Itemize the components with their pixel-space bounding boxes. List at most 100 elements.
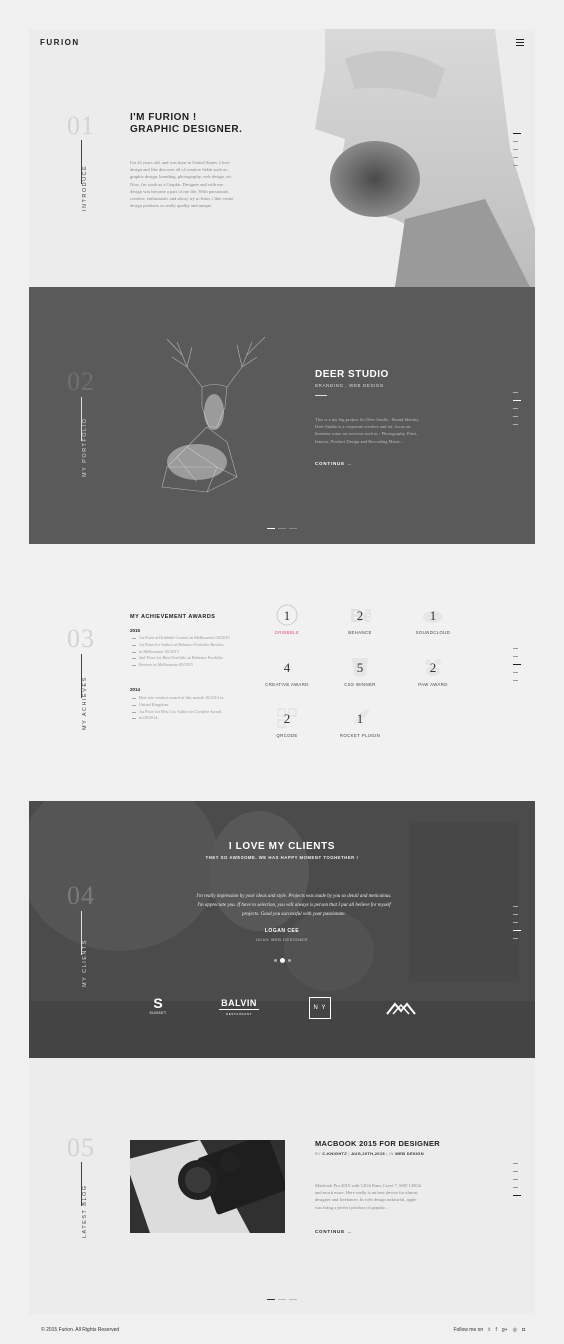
nav-dot[interactable] xyxy=(513,938,518,939)
award-dribbble[interactable]: 1 DRIBBBLE xyxy=(257,604,317,635)
follow-label: Follow me on xyxy=(453,1327,484,1333)
list-item: United Kingdom. xyxy=(132,702,254,709)
section-nav[interactable] xyxy=(513,392,521,425)
nav-dot[interactable] xyxy=(513,1163,518,1164)
award-css-winner[interactable]: 5 CSS WINNER xyxy=(330,656,390,687)
nav-dot[interactable] xyxy=(513,1187,518,1188)
nav-dot[interactable] xyxy=(513,672,518,673)
pager-item[interactable] xyxy=(267,1299,275,1300)
nav-dot[interactable] xyxy=(513,680,518,681)
nav-dot[interactable] xyxy=(513,408,518,409)
award-behance[interactable]: Bē 2 BEHANCE xyxy=(330,604,390,635)
post-author[interactable]: C-KNIGHTZ xyxy=(322,1151,347,1156)
pager-dot[interactable] xyxy=(279,958,285,963)
nav-dot[interactable] xyxy=(513,648,518,649)
portfolio-section: 02 MY PORTFOLIO DEER STUDIO BRANDING , W… xyxy=(29,287,535,544)
section-label: MY ACHIEVES xyxy=(82,676,88,730)
slider-pager[interactable] xyxy=(267,1299,297,1300)
pager-item[interactable] xyxy=(289,528,297,529)
nav-dot[interactable] xyxy=(513,392,518,393)
pager-dot[interactable] xyxy=(287,959,291,962)
googleplus-icon[interactable]: g+ xyxy=(502,1327,508,1333)
award-qrcode[interactable]: 2 QRCODE xyxy=(257,707,317,738)
nav-dot[interactable] xyxy=(513,906,518,907)
project-subtitle: BRANDING , WEB DESIGN xyxy=(315,383,384,388)
list-item: 1st Prize for Best Css Author in Creativ… xyxy=(132,709,254,716)
nav-dot[interactable] xyxy=(513,157,518,158)
nav-dot[interactable] xyxy=(513,149,518,150)
section-number: 05 xyxy=(67,1133,95,1162)
nav-dot[interactable] xyxy=(513,416,518,417)
post-category[interactable]: WEB DESIGN xyxy=(395,1151,424,1156)
client-logo-ny[interactable]: N Y xyxy=(309,997,331,1019)
instagram-icon[interactable]: ◘ xyxy=(522,1327,525,1333)
pager-item[interactable] xyxy=(278,1299,286,1300)
copyright: © 2015 Furion. All Rights Reserved xyxy=(41,1327,120,1333)
pager-item[interactable] xyxy=(267,528,275,529)
section-number: 01 xyxy=(67,111,95,140)
award-creative[interactable]: 4 CREATIVE AWARD xyxy=(257,656,317,687)
testimonial-pager[interactable] xyxy=(29,958,535,963)
section-number: 02 xyxy=(67,367,95,396)
facebook-icon[interactable]: f xyxy=(496,1327,497,1333)
blog-section: 05 LATEST BLOG MACBOOK 2015 FOR DESIGNER… xyxy=(29,1058,535,1315)
list-item: in 08/2014. xyxy=(132,715,254,722)
client-logo-balvin[interactable]: BALVIN RESTAURANT xyxy=(219,998,259,1016)
award-soundcloud[interactable]: 1 SOUNDCLOUD xyxy=(403,604,463,635)
year-2014: 2014 xyxy=(130,687,141,692)
testimonial-role: UI/UX WEB DESIGNER xyxy=(256,937,308,942)
award-paw[interactable]: 2 PAW AWARD xyxy=(403,656,463,687)
project-paragraph: This is a my big project for Deer Studio… xyxy=(315,417,420,444)
portrait-image xyxy=(315,29,535,287)
nav-dot[interactable] xyxy=(513,1171,518,1172)
social-links: Follow me on 𝕥 f g+ ◎ ◘ xyxy=(453,1327,525,1333)
continue-link[interactable]: CONTINUE → xyxy=(315,1229,352,1234)
nav-dot[interactable] xyxy=(513,1179,518,1180)
blog-post-title[interactable]: MACBOOK 2015 FOR DESIGNER xyxy=(315,1139,440,1148)
nav-dot[interactable] xyxy=(513,424,518,425)
continue-link[interactable]: CONTINUE → xyxy=(315,461,352,466)
macbook-photo xyxy=(130,1140,285,1233)
nav-dot[interactable] xyxy=(513,141,518,142)
nav-dot[interactable] xyxy=(513,400,521,401)
nav-dot[interactable] xyxy=(513,165,518,166)
divider xyxy=(315,395,327,396)
section-number: 04 xyxy=(67,881,95,910)
arrow-right-icon: → xyxy=(346,461,353,466)
section-nav[interactable] xyxy=(513,1163,521,1196)
slider-pager[interactable] xyxy=(267,528,297,529)
testimonial-author: LOGAN CEE xyxy=(264,928,300,934)
clients-section: I LOVE MY CLIENTS THEY SO AWESOME. WE HA… xyxy=(29,801,535,1058)
clients-subtitle: THEY SO AWESOME. WE HAS HAPPY MOMENT TOG… xyxy=(205,855,359,860)
client-logo-sunset[interactable]: S SUNSET xyxy=(147,995,169,1015)
intro-paragraph: I'm 24 years old, and was born in United… xyxy=(130,160,234,209)
nav-dot[interactable] xyxy=(513,656,518,657)
testimonial-quote: I'm really impression by your ideas and … xyxy=(196,894,392,917)
nav-dot[interactable] xyxy=(513,930,521,931)
nav-dot[interactable] xyxy=(513,1195,521,1196)
section-label: MY PORTFOLIO xyxy=(82,417,88,477)
awards-2015-list: 1st Prize at Dribbble Contest in Melbour… xyxy=(132,635,254,669)
award-rocket[interactable]: 1 ROCKET PLUGIN xyxy=(330,707,390,738)
deer-artwork xyxy=(161,336,266,493)
nav-dot[interactable] xyxy=(513,922,518,923)
pager-item[interactable] xyxy=(289,1299,297,1300)
pager-dot[interactable] xyxy=(273,959,277,962)
blog-post-image[interactable] xyxy=(130,1140,285,1233)
section-nav[interactable] xyxy=(513,133,521,166)
dribbble-icon[interactable]: ◎ xyxy=(513,1327,517,1333)
pager-item[interactable] xyxy=(278,528,286,529)
nav-dot[interactable] xyxy=(513,664,521,665)
site-logo[interactable]: FURION xyxy=(40,38,80,47)
awards-2014-list: Best site creative award of this month 1… xyxy=(132,695,254,722)
section-nav[interactable] xyxy=(513,648,521,681)
section-number: 03 xyxy=(67,624,95,653)
achievements-title: MY ACHIEVEMENT AWARDS xyxy=(130,614,216,620)
client-logo-mountain-icon[interactable] xyxy=(386,1001,416,1015)
section-nav[interactable] xyxy=(513,906,521,939)
twitter-icon[interactable]: 𝕥 xyxy=(488,1327,490,1333)
clients-title: I LOVE MY CLIENTS xyxy=(228,841,336,852)
nav-dot[interactable] xyxy=(513,914,518,915)
section-label: INTRODUCE xyxy=(82,164,88,211)
nav-dot[interactable] xyxy=(513,133,521,134)
